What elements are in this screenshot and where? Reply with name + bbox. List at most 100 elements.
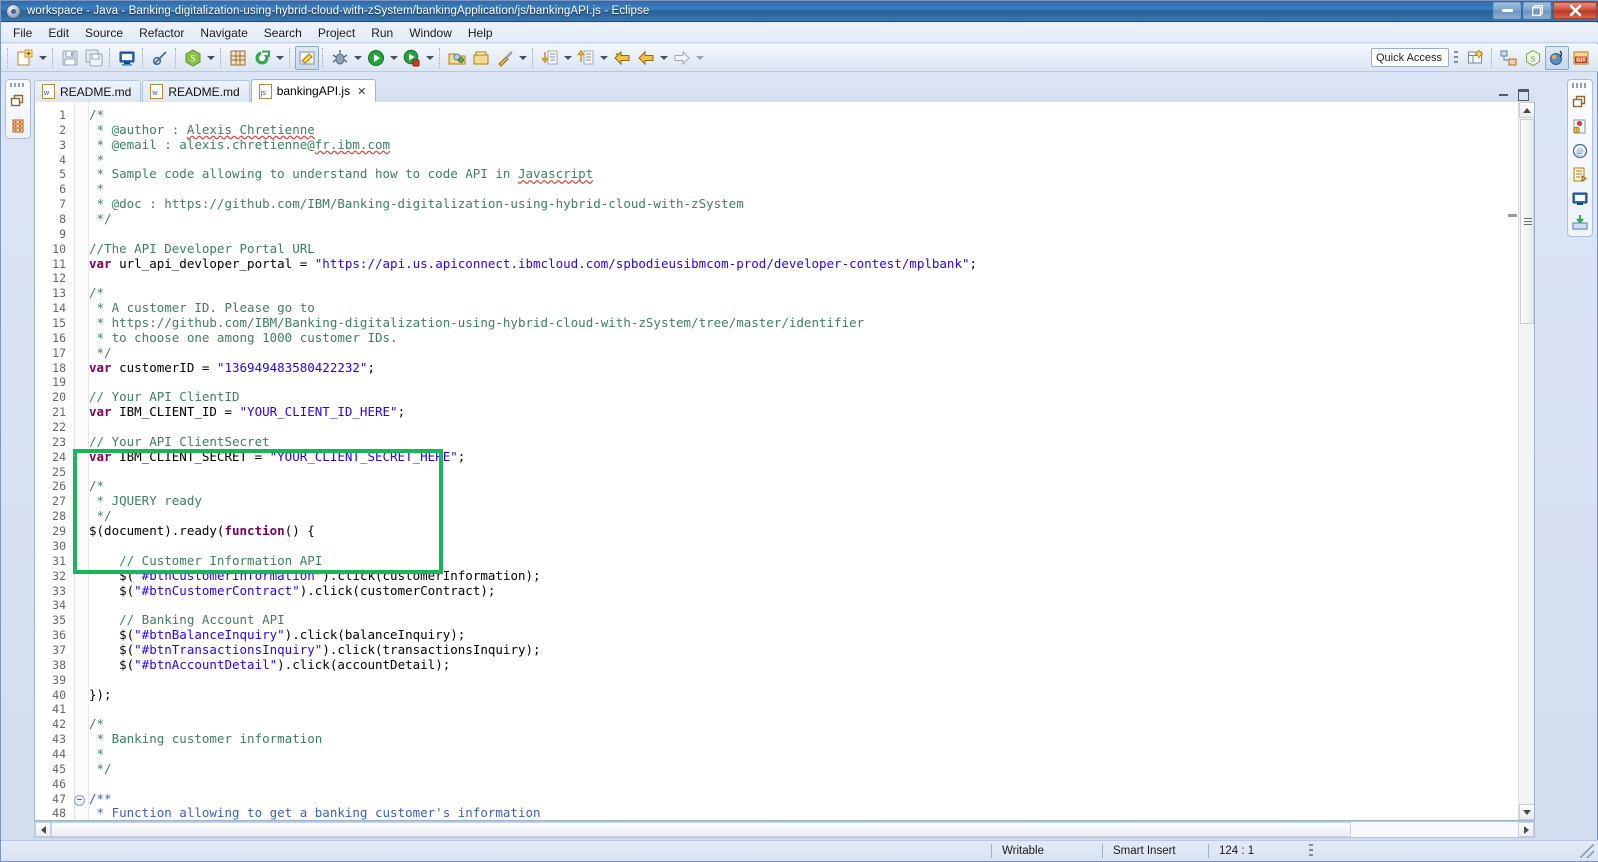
scroll-down-button[interactable] — [1519, 804, 1534, 820]
menu-help[interactable]: Help — [460, 24, 501, 42]
code-line[interactable]: 31 // Customer Information API — [35, 553, 1534, 569]
menu-source[interactable]: Source — [77, 24, 131, 42]
code-line[interactable]: 23 // Your API ClientSecret — [35, 434, 1534, 450]
code-line[interactable]: 1 /* — [35, 107, 1534, 123]
refresh-icon[interactable] — [250, 46, 274, 70]
package-explorer-icon[interactable] — [9, 117, 27, 135]
editor-tab-bankingapi-js[interactable]: js bankingAPI.js ✕ — [250, 79, 377, 102]
back-dropdown-icon[interactable] — [658, 46, 670, 70]
horizontal-scroll-thumb[interactable] — [51, 822, 1351, 837]
code-line[interactable]: 27 * JQUERY ready — [35, 493, 1534, 509]
problems-icon[interactable]: ! — [1571, 118, 1589, 136]
console-icon[interactable] — [1571, 190, 1589, 208]
close-button[interactable] — [1553, 2, 1597, 19]
run-icon[interactable] — [364, 46, 388, 70]
refresh-dropdown-icon[interactable] — [274, 46, 286, 70]
menu-search[interactable]: Search — [256, 24, 310, 42]
declaration-icon[interactable] — [1571, 166, 1589, 184]
code-line[interactable]: 42 /* — [35, 716, 1534, 732]
new-wizard-dropdown-icon[interactable] — [37, 46, 49, 70]
code-line[interactable]: 26 /* — [35, 479, 1534, 494]
scroll-right-button[interactable] — [1518, 822, 1534, 837]
code-line[interactable]: 5 * Sample code allowing to understand h… — [35, 167, 1534, 182]
code-line[interactable]: 46 — [35, 777, 1534, 792]
new-wizard-icon[interactable] — [13, 46, 37, 70]
code-line[interactable]: 41 — [35, 702, 1534, 717]
new-package-icon[interactable] — [226, 46, 250, 70]
save-all-icon[interactable] — [82, 46, 106, 70]
code-line[interactable]: 45 */ — [35, 761, 1534, 777]
maximize-view-icon[interactable] — [1517, 88, 1529, 101]
debug-dropdown-icon[interactable] — [352, 46, 364, 70]
resize-grip[interactable] — [1580, 844, 1594, 858]
source-code[interactable]: 1/* 2 * @author : Alexis Chretienne 3 * @e… — [35, 102, 1534, 820]
code-line[interactable]: 37 $("#btnTransactionsInquiry").click(tr… — [35, 642, 1534, 658]
code-line[interactable]: 35 // Banking Account API — [35, 612, 1534, 628]
menu-navigate[interactable]: Navigate — [192, 24, 255, 42]
code-line[interactable]: 43 * Banking customer information — [35, 731, 1534, 747]
coverage-icon[interactable] — [400, 46, 424, 70]
code-line[interactable]: 36 $("#btnBalanceInquiry").click(balance… — [35, 627, 1534, 643]
code-line[interactable]: 11 var url_api_devloper_portal = "https:/… — [35, 256, 1534, 272]
editor-tab-readme-1[interactable]: w README.md — [34, 80, 142, 102]
open-perspective-icon[interactable] — [1464, 46, 1488, 70]
node-js-dropdown-icon[interactable] — [205, 46, 217, 70]
code-line[interactable]: 6 * — [35, 181, 1534, 197]
next-annotation-icon[interactable] — [538, 46, 562, 70]
overview-ruler-mark[interactable] — [1508, 214, 1517, 217]
open-type-icon[interactable] — [445, 46, 469, 70]
code-line[interactable]: 7 * @doc : https://github.com/IBM/Bankin… — [35, 196, 1534, 212]
menu-file[interactable]: File — [5, 24, 40, 42]
code-line[interactable]: 16 * to choose one among 1000 customer I… — [35, 330, 1534, 346]
previous-annotation-dropdown-icon[interactable] — [598, 46, 610, 70]
scroll-left-button[interactable] — [35, 822, 51, 837]
code-line[interactable]: 32 $("#btnCustomerInformation").click(cu… — [35, 568, 1534, 584]
restore-icon[interactable] — [9, 93, 27, 111]
forward-icon[interactable] — [670, 46, 694, 70]
code-line[interactable]: 20 // Your API ClientID — [35, 389, 1534, 405]
code-line[interactable]: 2 * @author : Alexis Chretienne — [35, 122, 1534, 138]
skip-breakpoints-icon[interactable] — [148, 46, 172, 70]
code-line[interactable]: 3 * @email : alexis.chretienne@fr.ibm.co… — [35, 137, 1534, 153]
external-tools-dropdown-icon[interactable] — [517, 46, 529, 70]
vertical-scroll-thumb[interactable] — [1520, 119, 1534, 324]
menu-run[interactable]: Run — [363, 24, 401, 42]
java-ee-perspective-icon[interactable] — [1497, 46, 1521, 70]
git-perspective-icon[interactable]: GIT — [1569, 46, 1593, 70]
last-edit-location-icon[interactable] — [610, 46, 634, 70]
code-line[interactable]: 40}); — [35, 687, 1534, 703]
run-dropdown-icon[interactable] — [388, 46, 400, 70]
forward-dropdown-icon[interactable] — [694, 46, 706, 70]
code-line[interactable]: 14 * A customer ID. Please go to — [35, 300, 1534, 316]
code-line[interactable]: 30 — [35, 539, 1534, 554]
code-line[interactable]: 15 * https://github.com/IBM/Banking-digi… — [35, 315, 1534, 331]
console-icon[interactable] — [115, 46, 139, 70]
javascript-perspective-icon[interactable]: S — [1521, 46, 1545, 70]
code-line[interactable]: 22 — [35, 420, 1534, 435]
editor-vertical-scrollbar[interactable] — [1518, 102, 1534, 820]
code-line[interactable]: 25 — [35, 465, 1534, 480]
next-annotation-dropdown-icon[interactable] — [562, 46, 574, 70]
menu-refactor[interactable]: Refactor — [131, 24, 192, 42]
fold-toggle-icon[interactable] — [70, 792, 89, 807]
code-line[interactable]: 10 //The API Developer Portal URL — [35, 241, 1534, 257]
code-line[interactable]: 8 */ — [35, 211, 1534, 227]
code-line[interactable]: 34 — [35, 598, 1534, 613]
editor-tab-readme-2[interactable]: w README.md — [142, 80, 250, 102]
maximize-button[interactable] — [1523, 2, 1551, 19]
code-line[interactable]: 29 $(document).ready(function() { — [35, 523, 1534, 539]
java-perspective-icon[interactable] — [1545, 45, 1569, 70]
previous-annotation-icon[interactable] — [574, 46, 598, 70]
quick-access-input[interactable]: Quick Access — [1371, 48, 1449, 67]
code-line[interactable]: 21 var IBM_CLIENT_ID = "YOUR_CLIENT_ID_HE… — [35, 404, 1534, 420]
code-line[interactable]: 44 * — [35, 746, 1534, 762]
code-line[interactable]: 48 * Function allowing to get a banking … — [35, 805, 1534, 820]
code-line[interactable]: 19 — [35, 375, 1534, 390]
marker-icon[interactable] — [295, 45, 319, 70]
code-line[interactable]: 9 — [35, 227, 1534, 242]
open-task-icon[interactable] — [469, 46, 493, 70]
minimize-button[interactable] — [1493, 2, 1521, 19]
code-line[interactable]: 18 var customerID = "136949483580422232"; — [35, 360, 1534, 376]
coverage-dropdown-icon[interactable] — [424, 46, 436, 70]
servers-icon[interactable] — [1571, 214, 1589, 232]
